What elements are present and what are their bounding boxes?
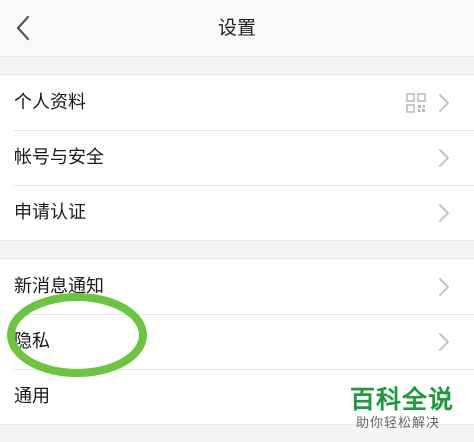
page-title: 设置 (217, 17, 256, 39)
watermark: 百科全说 助你轻松解决 (346, 380, 466, 436)
navigation-bar: 设置 (0, 0, 474, 57)
settings-group-account: 个人资料 帐号与安全 申请认证 (0, 74, 474, 241)
settings-item-notifications[interactable]: 新消息通知 (0, 259, 474, 314)
chevron-right-icon (439, 94, 449, 112)
settings-item-profile[interactable]: 个人资料 (0, 75, 474, 130)
chevron-right-icon (439, 278, 449, 296)
qr-code-icon (406, 93, 426, 113)
settings-item-verification[interactable]: 申请认证 (0, 185, 474, 240)
settings-item-label: 帐号与安全 (14, 147, 104, 168)
settings-item-account-security[interactable]: 帐号与安全 (0, 130, 474, 185)
settings-item-label: 个人资料 (14, 92, 86, 113)
settings-item-label: 申请认证 (14, 202, 86, 223)
settings-item-label: 隐私 (14, 331, 50, 352)
chevron-right-icon (439, 333, 449, 351)
chevron-right-icon (439, 149, 449, 167)
settings-item-label: 新消息通知 (14, 276, 104, 297)
settings-item-privacy[interactable]: 隐私 (0, 314, 474, 369)
watermark-subtitle: 助你轻松解决 (356, 416, 441, 431)
chevron-right-icon (439, 204, 449, 222)
settings-item-label: 通用 (14, 386, 50, 407)
watermark-title: 百科全说 (350, 385, 455, 414)
